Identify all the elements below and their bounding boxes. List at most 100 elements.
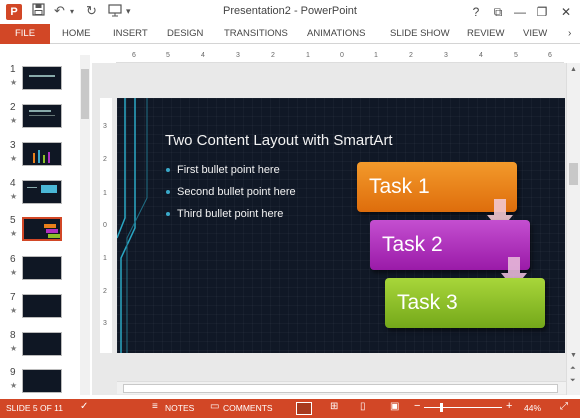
zoom-slider-handle[interactable] [440, 403, 443, 412]
ruler-tick-label: 3 [103, 320, 107, 327]
ruler-tick-label: 2 [103, 288, 107, 295]
thumbnail-scrollbar[interactable] [80, 55, 90, 395]
ruler-tick-label: 2 [271, 52, 275, 59]
slide-thumbnail-image [22, 256, 62, 280]
previous-slide-icon[interactable]: ⏶ [570, 365, 576, 373]
slide-thumbnail[interactable]: 7 ★ [0, 292, 92, 330]
save-icon[interactable] [32, 3, 45, 19]
slide-show-view-icon[interactable]: ▣ [390, 401, 399, 412]
tab-insert[interactable]: INSERT [113, 24, 148, 44]
start-slideshow-icon[interactable] [108, 3, 122, 20]
zoom-out-icon[interactable]: − [414, 400, 420, 412]
tab-view[interactable]: VIEW [523, 24, 547, 44]
slide-thumbnail-image [22, 104, 62, 128]
slide-thumbnail-image [22, 294, 62, 318]
slide-number: 4 [10, 178, 16, 189]
scroll-down-icon[interactable]: ▼ [570, 352, 577, 359]
customize-toolbar-icon[interactable]: ▾ [126, 6, 131, 17]
help-button[interactable]: ? [466, 3, 486, 21]
bullet-item: Third bullet point here [165, 206, 296, 228]
maximize-button[interactable]: ❐ [532, 3, 552, 21]
ruler-tick-label: 1 [374, 52, 378, 59]
minimize-button[interactable]: — [510, 3, 530, 21]
slide-number: 9 [10, 367, 16, 378]
ruler-tick-label: 3 [236, 52, 240, 59]
ribbon-display-options-button[interactable]: ⧉ [488, 3, 508, 21]
slide-thumbnail-image [22, 142, 62, 166]
powerpoint-window: P ↶ ▾ ↻ ▾ Presentation2 - PowerPoint ? ⧉… [0, 0, 580, 418]
animation-star-icon: ★ [10, 229, 18, 238]
vertical-scrollbar[interactable]: ▲ ▼ ⏶ ⏷ [566, 63, 580, 395]
animation-star-icon: ★ [10, 268, 18, 277]
slide-thumbnail-selected[interactable]: 5 ★ [0, 215, 92, 253]
notes-icon[interactable]: ≡ [152, 401, 158, 412]
normal-view-icon[interactable] [296, 402, 312, 415]
tab-transitions[interactable]: TRANSITIONS [224, 24, 288, 44]
slide-thumbnail-image [22, 66, 62, 90]
ruler-tick-label: 1 [103, 190, 107, 197]
tab-animations[interactable]: ANIMATIONS [307, 24, 365, 44]
slide-thumbnail[interactable]: 2 ★ [0, 102, 92, 140]
horizontal-scrollbar[interactable] [117, 381, 566, 394]
comments-icon[interactable]: ▭ [210, 401, 219, 412]
slide-thumbnail[interactable]: 3 ★ [0, 140, 92, 178]
powerpoint-logo-icon: P [6, 4, 22, 20]
notes-button[interactable]: NOTES [165, 403, 194, 413]
ruler-tick-label: 4 [201, 52, 205, 59]
redo-icon[interactable]: ↻ [86, 3, 97, 19]
ruler-tick-label: 3 [444, 52, 448, 59]
ruler-tick-label: 3 [103, 123, 107, 130]
thumbnail-scrollbar-thumb[interactable] [81, 69, 89, 119]
title-bar: P ↶ ▾ ↻ ▾ Presentation2 - PowerPoint ? ⧉… [0, 0, 580, 24]
animation-star-icon: ★ [10, 306, 18, 315]
slide-title[interactable]: Two Content Layout with SmartArt [165, 132, 393, 149]
slide-thumbnail[interactable]: 1 ★ [0, 64, 92, 102]
vertical-ruler: 3 2 1 0 1 2 3 [100, 98, 112, 353]
zoom-slider-track[interactable] [424, 407, 502, 408]
ribbon-scroll-right-icon[interactable]: › [568, 24, 571, 44]
tab-file[interactable]: FILE [0, 24, 50, 44]
ruler-tick-label: 6 [132, 52, 136, 59]
slide-number: 8 [10, 330, 16, 341]
undo-icon[interactable]: ↶ [54, 3, 65, 19]
bullet-list[interactable]: First bullet point here Second bullet po… [165, 162, 296, 228]
slide-canvas[interactable]: Two Content Layout with SmartArt First b… [117, 98, 565, 353]
slide-thumbnail[interactable]: 8 ★ [0, 330, 92, 368]
slide-counter: SLIDE 5 OF 11 [6, 403, 64, 413]
ruler-tick-label: 5 [514, 52, 518, 59]
slide-sorter-icon[interactable]: ⊞ [330, 401, 338, 412]
zoom-level[interactable]: 44% [524, 403, 541, 413]
slide-thumbnail[interactable]: 6 ★ [0, 254, 92, 292]
smartart-task-3[interactable]: Task 3 [385, 278, 545, 328]
horizontal-scrollbar-thumb[interactable] [123, 384, 558, 393]
ruler-tick-label: 1 [103, 255, 107, 262]
slide-thumbnail-image [22, 369, 62, 393]
bullet-item: First bullet point here [165, 162, 296, 184]
next-slide-icon[interactable]: ⏷ [570, 377, 576, 385]
fit-to-window-icon[interactable]: ⤢ [560, 401, 568, 412]
ribbon-tabs: FILE HOME INSERT DESIGN TRANSITIONS ANIM… [0, 24, 580, 44]
animation-star-icon: ★ [10, 116, 18, 125]
slide-thumbnail[interactable]: 4 ★ [0, 178, 92, 216]
close-button[interactable]: ✕ [556, 3, 576, 21]
ruler-tick-label: 6 [548, 52, 552, 59]
ruler-tick-label: 2 [409, 52, 413, 59]
animation-star-icon: ★ [10, 344, 18, 353]
undo-dropdown-icon[interactable]: ▾ [70, 7, 74, 16]
slide-thumbnail-image [22, 217, 62, 241]
reading-view-icon[interactable]: ▯ [360, 401, 366, 412]
tab-review[interactable]: REVIEW [467, 24, 504, 44]
tab-home[interactable]: HOME [62, 24, 91, 44]
tab-design[interactable]: DESIGN [167, 24, 203, 44]
scroll-up-icon[interactable]: ▲ [570, 66, 577, 73]
spelling-check-icon[interactable]: ✓ [80, 401, 88, 412]
ruler-tick-label: 1 [306, 52, 310, 59]
vertical-scrollbar-thumb[interactable] [569, 163, 578, 185]
slide-number: 5 [10, 215, 16, 226]
ruler-tick-label: 2 [103, 156, 107, 163]
ruler-tick-label: 0 [103, 222, 107, 229]
zoom-in-icon[interactable]: + [506, 400, 512, 412]
animation-star-icon: ★ [10, 381, 18, 390]
tab-slide-show[interactable]: SLIDE SHOW [390, 24, 450, 44]
comments-button[interactable]: COMMENTS [223, 403, 273, 413]
